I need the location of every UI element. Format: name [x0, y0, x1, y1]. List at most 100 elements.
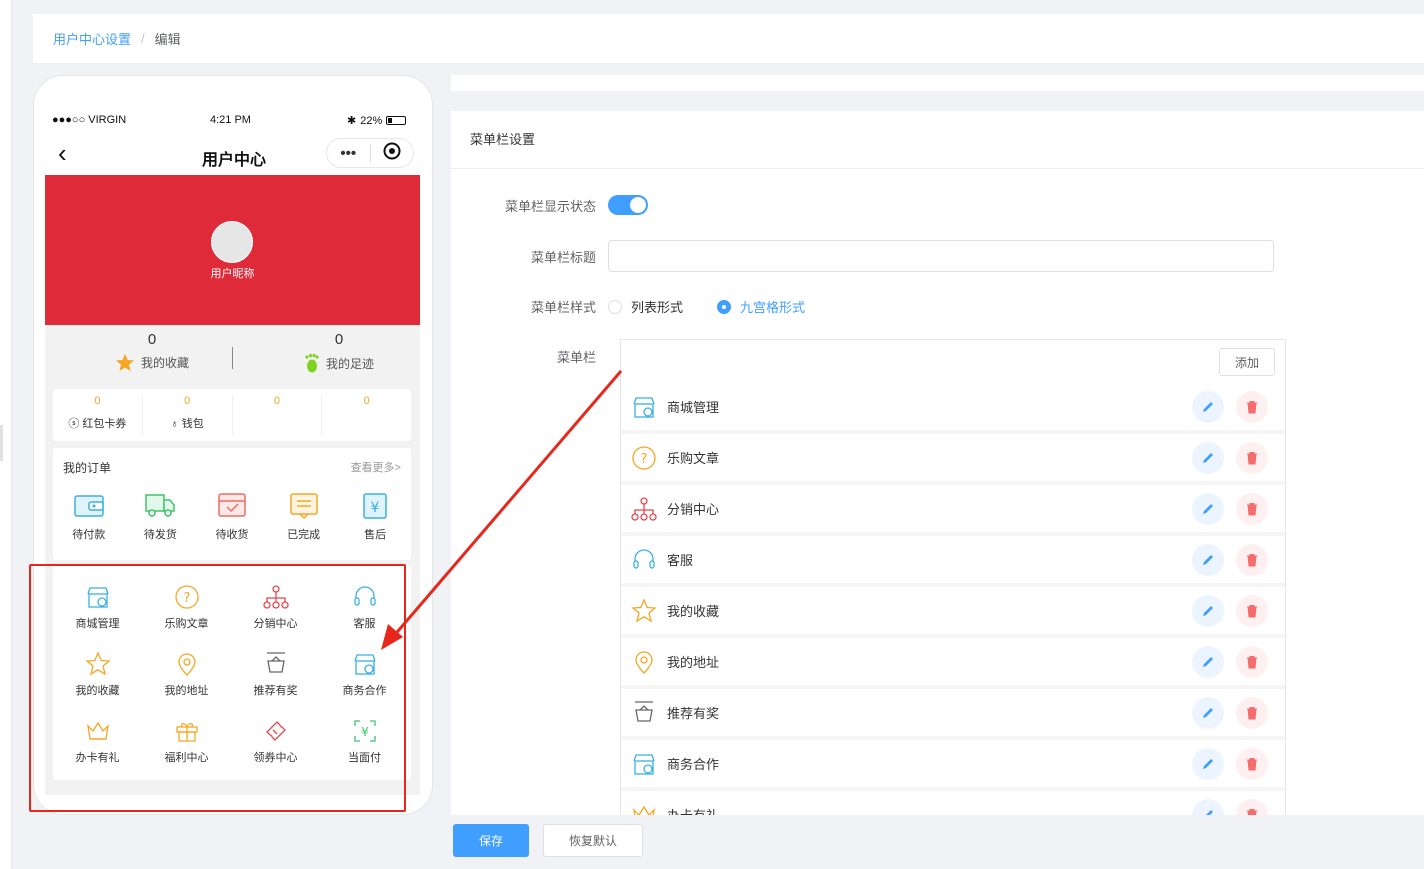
delete-button[interactable] — [1236, 748, 1268, 780]
stat-favorites[interactable]: 0 我的收藏 — [72, 331, 232, 372]
edit-button[interactable] — [1192, 391, 1224, 423]
pencil-icon — [1203, 606, 1213, 616]
wallet-item-coupons[interactable]: 0 ⓢ 红包卡券 — [53, 395, 143, 435]
delete-button[interactable] — [1236, 544, 1268, 576]
trash-icon — [1247, 758, 1257, 771]
delete-button[interactable] — [1236, 493, 1268, 525]
wallet-item-3[interactable]: 0 — [233, 395, 323, 435]
radio-label: 九宫格形式 — [740, 300, 806, 315]
order-after-sale[interactable]: ¥ 售后 — [339, 491, 411, 542]
top-card-edge — [451, 75, 1424, 91]
order-pending-shipment[interactable]: 待发货 — [125, 491, 197, 542]
carrier-text: ●●●○○ VIRGIN — [52, 114, 127, 126]
edit-button[interactable] — [1192, 697, 1224, 729]
order-pending-receipt[interactable]: 待收货 — [196, 491, 268, 542]
style-radio-list[interactable]: 列表形式 — [608, 297, 683, 316]
delete-button[interactable] — [1236, 646, 1268, 678]
save-button[interactable]: 保存 — [453, 824, 529, 857]
trash-icon — [1247, 554, 1257, 567]
orders-title: 我的订单 — [63, 461, 112, 475]
edit-button[interactable] — [1192, 544, 1224, 576]
wallet-icon — [74, 495, 104, 517]
orders-card: 我的订单 查看更多> 待付款 待发货 待收货 已完成 ¥ 售后 — [53, 448, 411, 560]
add-menu-item-button[interactable]: 添加 — [1219, 348, 1275, 376]
breadcrumb-separator: / — [141, 31, 145, 46]
close-target-icon[interactable] — [371, 142, 414, 164]
item-name: 推荐有奖 — [667, 706, 720, 721]
star-icon — [115, 354, 134, 371]
section-title: 菜单栏设置 — [451, 111, 1424, 169]
edit-button[interactable] — [1192, 799, 1224, 815]
delete-button[interactable] — [1236, 697, 1268, 729]
edit-button[interactable] — [1192, 595, 1224, 627]
delete-button[interactable] — [1236, 799, 1268, 815]
order-label: 待收货 — [215, 529, 249, 541]
document-icon — [289, 493, 318, 519]
menu-item-list: 添加 商城管理 ? 乐购文章 分销中心 客服 我的收藏 我的地址 推荐有奖 商务合… — [620, 339, 1286, 815]
item-name: 我的收藏 — [667, 604, 720, 619]
wallet-label: 钱包 — [181, 418, 204, 430]
order-completed[interactable]: 已完成 — [268, 491, 340, 542]
basket-icon — [635, 700, 653, 722]
reset-default-button[interactable]: 恢复默认 — [543, 824, 643, 857]
delete-button[interactable] — [1236, 442, 1268, 474]
item-name: 分销中心 — [667, 502, 720, 517]
pencil-icon — [1206, 810, 1213, 815]
wallet-value: 0 — [363, 395, 370, 407]
user-nickname: 用户昵称 — [210, 268, 255, 280]
wallet-value: 0 — [273, 395, 280, 407]
money-bag-icon: ♁ — [170, 418, 179, 430]
stats-row: 0 我的收藏 0 我的足迹 — [45, 331, 420, 389]
list-item: 办卡有礼 — [621, 791, 1285, 815]
stat-footprint[interactable]: 0 我的足迹 — [259, 331, 419, 373]
headset-icon — [633, 548, 655, 569]
svg-text:?: ? — [641, 452, 648, 467]
wallet-item-4[interactable]: 0 — [322, 395, 411, 435]
item-name: 商务合作 — [667, 757, 720, 772]
wallet-item-wallet[interactable]: 0 ♁ 钱包 — [143, 395, 233, 435]
menu-items-label: 菜单栏 — [556, 350, 596, 365]
more-dots-icon[interactable]: ••• — [327, 145, 370, 162]
orders-more-link[interactable]: 查看更多> — [351, 459, 401, 475]
coupon-icon: ⓢ — [68, 418, 80, 430]
list-item: ? 乐购文章 — [621, 434, 1285, 481]
edit-button[interactable] — [1192, 748, 1224, 780]
avatar[interactable] — [211, 221, 253, 263]
breadcrumb-parent-link[interactable]: 用户中心设置 — [53, 29, 131, 48]
box-check-icon — [218, 493, 246, 517]
footprint-icon — [305, 353, 319, 373]
stat-label: 我的收藏 — [140, 356, 189, 370]
sidebar-toggle-handle[interactable] — [0, 425, 3, 461]
list-item: 商务合作 — [621, 740, 1285, 787]
list-item: 分销中心 — [621, 485, 1285, 532]
network-icon — [631, 496, 657, 521]
phone-navbar: ‹ 用户中心 ••• — [34, 138, 432, 172]
wallet-value: 0 — [184, 395, 191, 407]
style-radio-grid[interactable]: 九宫格形式 — [717, 297, 805, 316]
pencil-icon — [1203, 759, 1213, 769]
menu-title-input[interactable] — [608, 240, 1274, 272]
trash-icon — [1247, 452, 1257, 465]
store-gear-icon — [633, 396, 655, 418]
pencil-icon — [1203, 657, 1213, 667]
menu-settings-panel: 菜单栏设置 菜单栏显示状态 菜单栏标题 菜单栏样式 列表形式 九宫格形式 菜单栏… — [451, 111, 1424, 815]
menu-visible-toggle[interactable] — [608, 195, 648, 215]
battery-percent: 22% — [360, 114, 383, 127]
delete-button[interactable] — [1236, 595, 1268, 627]
list-item: 我的地址 — [621, 638, 1285, 685]
edit-button[interactable] — [1192, 442, 1224, 474]
pencil-icon — [1203, 402, 1213, 412]
pencil-icon — [1203, 708, 1213, 718]
item-name: 办卡有礼 — [667, 805, 719, 815]
order-label: 已完成 — [287, 529, 321, 541]
edit-button[interactable] — [1192, 493, 1224, 525]
wallet-label: 红包卡券 — [82, 418, 127, 430]
order-pending-payment[interactable]: 待付款 — [53, 491, 125, 542]
delete-button[interactable] — [1236, 391, 1268, 423]
list-item: 商城管理 — [621, 383, 1285, 430]
breadcrumb: 用户中心设置 / 编辑 — [33, 14, 1424, 64]
item-name: 客服 — [667, 553, 694, 568]
edit-button[interactable] — [1192, 646, 1224, 678]
trash-icon — [1247, 809, 1257, 815]
order-label: 售后 — [364, 529, 387, 541]
